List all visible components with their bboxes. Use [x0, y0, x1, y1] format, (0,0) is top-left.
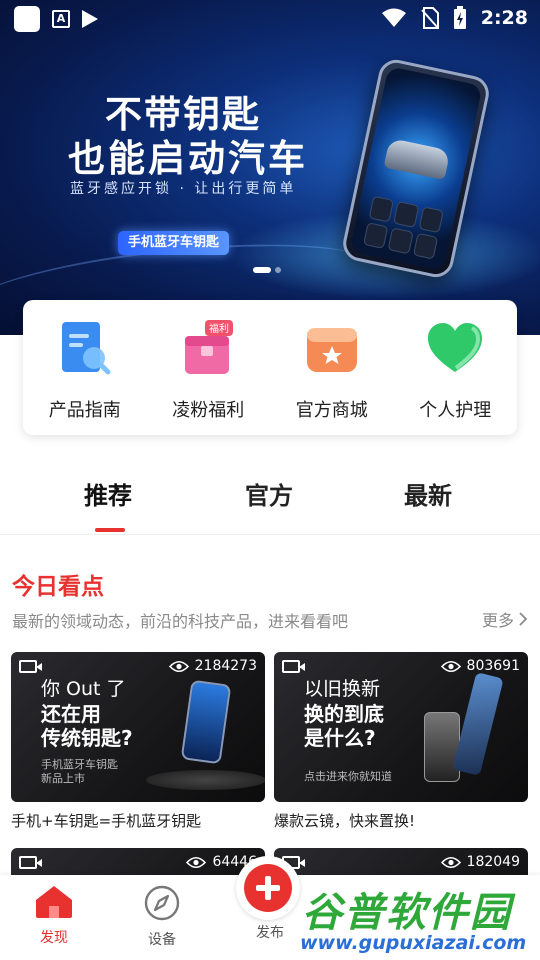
nav-label: 设备	[148, 932, 176, 948]
chevron-right-icon	[519, 612, 528, 626]
view-count-value: 182049	[466, 854, 520, 870]
quick-link-fan-welfare[interactable]: 福利 凌粉福利	[147, 300, 271, 435]
view-count: 2184273	[168, 658, 257, 674]
tab-official[interactable]: 官方	[245, 476, 293, 511]
video-card[interactable]: 803691 以旧换新 换的到底 是什么? 点击进来你就知道	[274, 652, 528, 802]
compass-icon	[144, 885, 180, 921]
section-subtitle: 最新的领域动态，前沿的科技产品，进来看看吧	[12, 612, 349, 631]
eye-icon	[440, 856, 461, 868]
clock: 2:28	[480, 7, 528, 29]
watermark-logo: 谷普软件园 www.gupuxiazai.com	[296, 880, 540, 960]
stage-image	[146, 770, 265, 790]
nav-devices[interactable]: 设备	[132, 885, 192, 949]
video-headline: 以旧换新	[304, 678, 381, 700]
battery-charging-icon	[453, 6, 466, 29]
quick-links-card: 产品指南 福利 凌粉福利 官方商城 个人护理	[23, 300, 517, 435]
banner-dot-active	[253, 267, 271, 273]
video-card[interactable]: 2184273 你 Out 了 还在用 传统钥匙? 手机蓝牙车钥匙 新品上市	[11, 652, 265, 802]
home-icon	[36, 886, 72, 918]
publish-button[interactable]	[236, 856, 300, 920]
no-sim-icon	[420, 7, 439, 29]
tab-latest[interactable]: 最新	[404, 476, 452, 511]
status-bar: A 2:28	[0, 0, 540, 38]
store-icon	[303, 320, 361, 378]
video-subtext: 点击进来你就知道	[304, 770, 392, 783]
tab-recommended[interactable]: 推荐	[84, 476, 132, 511]
phone-image	[180, 679, 232, 765]
watermark-url: www.gupuxiazai.com	[300, 932, 527, 954]
view-count-value: 803691	[466, 658, 520, 674]
banner-pagination	[253, 267, 281, 273]
guide-icon	[56, 320, 114, 378]
quick-link-label: 个人护理	[419, 400, 492, 421]
eye-icon	[168, 660, 189, 672]
video-headline: 你 Out 了	[41, 678, 126, 700]
more-label: 更多	[481, 611, 514, 630]
plus-icon	[244, 864, 292, 912]
video-icon	[282, 660, 305, 673]
video-icon	[19, 660, 42, 673]
quick-link-label: 凌粉福利	[172, 400, 245, 421]
quick-link-label: 产品指南	[48, 400, 121, 421]
mirror-image	[452, 672, 504, 776]
more-link[interactable]: 更多	[482, 607, 528, 631]
app-notification-icon	[14, 6, 40, 32]
quick-link-product-guide[interactable]: 产品指南	[23, 300, 147, 435]
quick-link-personal-care[interactable]: 个人护理	[394, 300, 518, 435]
heart-icon	[426, 320, 484, 378]
section-title: 今日看点	[12, 574, 104, 600]
gift-icon: 福利	[179, 320, 237, 378]
watermark-title: 谷普软件园	[302, 890, 512, 936]
nav-publish-label: 发布	[240, 922, 300, 942]
view-count: 803691	[440, 658, 520, 674]
eye-icon	[440, 660, 461, 672]
video-icon	[19, 856, 42, 869]
active-tab-indicator	[95, 528, 125, 532]
nav-discover[interactable]: 发现	[24, 885, 84, 947]
hero-banner[interactable]: 不带钥匙 也能启动汽车 蓝牙感应开锁 · 让出行更简单 手机蓝牙车钥匙	[0, 0, 540, 335]
content-tabs: 推荐 官方 最新	[0, 460, 540, 535]
banner-title-line2: 也能启动汽车	[68, 137, 308, 180]
play-store-notification-icon	[82, 10, 98, 28]
video-headline: 传统钥匙?	[41, 726, 133, 750]
video-headline: 是什么?	[304, 726, 376, 750]
wifi-icon	[381, 8, 406, 27]
accessibility-notification-icon: A	[52, 10, 70, 28]
view-count-value: 2184273	[194, 658, 257, 674]
video-caption[interactable]: 手机+车钥匙=手机蓝牙钥匙	[11, 810, 201, 831]
dashcam-image	[424, 712, 460, 782]
banner-subtitle: 蓝牙感应开锁 · 让出行更简单	[70, 181, 297, 197]
nav-label: 发现	[40, 930, 68, 946]
banner-dot	[275, 267, 281, 273]
view-count: 182049	[440, 854, 520, 870]
svg-text:福利: 福利	[209, 322, 229, 335]
banner-tag: 手机蓝牙车钥匙	[118, 231, 230, 255]
quick-link-official-store[interactable]: 官方商城	[270, 300, 394, 435]
eye-icon	[186, 856, 207, 868]
video-subtext: 新品上市	[41, 772, 85, 785]
quick-link-label: 官方商城	[295, 400, 368, 421]
nav-label: 发布	[256, 925, 284, 941]
video-caption[interactable]: 爆款云镜，快来置换!	[274, 810, 415, 831]
